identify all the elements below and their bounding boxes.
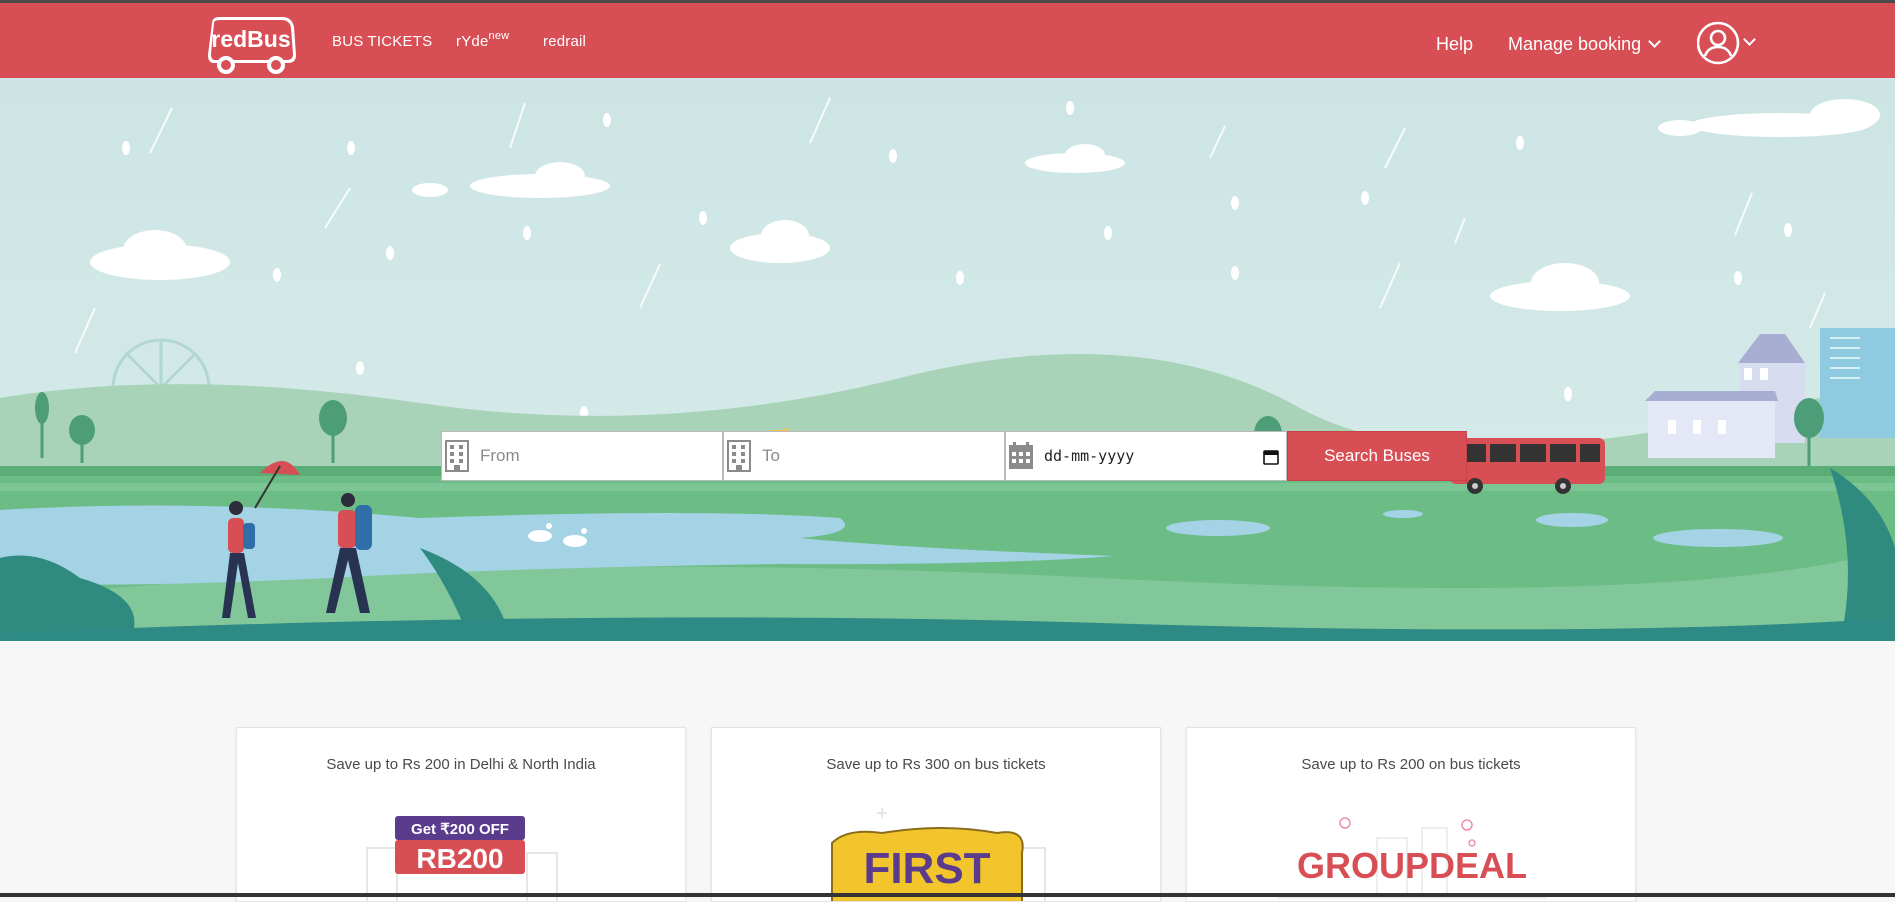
building-icon [445, 440, 469, 472]
offer-title: Save up to Rs 300 on bus tickets [826, 756, 1046, 773]
offer-title: Save up to Rs 200 in Delhi & North India [326, 756, 596, 773]
from-placeholder: From [480, 446, 520, 465]
window-bottom-border [0, 893, 1895, 897]
offer-banner-rb200: Get ₹200 OFF RB200 [366, 816, 558, 901]
offer-banner-groupdeal: GROUPDEAL [1277, 817, 1547, 899]
search-buses-button[interactable]: Search Buses [1287, 431, 1467, 481]
nav-ryde-label: rYde [456, 33, 489, 50]
nav-ryde[interactable]: rYdenew [456, 30, 510, 50]
chevron-down-icon [1648, 35, 1661, 48]
account-menu[interactable] [1696, 21, 1763, 65]
logo-text: redBus [211, 26, 290, 52]
redbus-logo[interactable]: redBus [204, 15, 298, 77]
manage-booking-menu[interactable]: Manage booking [1508, 34, 1661, 55]
from-input[interactable]: From [441, 431, 723, 481]
nav-redrail[interactable]: redrail [543, 33, 586, 50]
offer-badge-text: Get ₹200 OFF [411, 821, 509, 838]
offer-card[interactable]: Save up to Rs 200 on bus tickets GROUPDE… [1186, 727, 1636, 902]
user-icon [1696, 21, 1740, 65]
manage-booking-label: Manage booking [1508, 34, 1642, 54]
offer-code: GROUPDEAL [1297, 845, 1527, 886]
date-input[interactable]: dd-mm-yyyy [1005, 431, 1287, 481]
chevron-down-icon [1743, 33, 1756, 46]
date-value: dd-mm-yyyy [1044, 447, 1135, 465]
nav-bus-tickets[interactable]: BUS TICKETS [332, 33, 432, 50]
hero-illustration: From To dd-mm-yyyy Search Buses [0, 78, 1895, 641]
offer-banner-first: FIRST [831, 808, 1046, 901]
bus-search-bar: From To dd-mm-yyyy Search Buses [441, 431, 1467, 481]
offer-title: Save up to Rs 200 on bus tickets [1301, 756, 1521, 773]
top-header: redBus BUS TICKETS rYdenew redrail Help … [0, 3, 1895, 78]
building-icon [727, 440, 751, 472]
offer-card[interactable]: Save up to Rs 300 on bus tickets FIRST [711, 727, 1161, 902]
offer-code: FIRST [863, 844, 990, 893]
to-placeholder: To [762, 446, 780, 465]
calendar-picker-icon[interactable] [1263, 449, 1279, 465]
to-input[interactable]: To [723, 431, 1005, 481]
offer-code: RB200 [416, 843, 503, 874]
nav-ryde-badge: new [488, 30, 510, 42]
help-link[interactable]: Help [1436, 34, 1473, 55]
calendar-icon [1009, 442, 1033, 469]
offer-card[interactable]: Save up to Rs 200 in Delhi & North India… [236, 727, 686, 902]
